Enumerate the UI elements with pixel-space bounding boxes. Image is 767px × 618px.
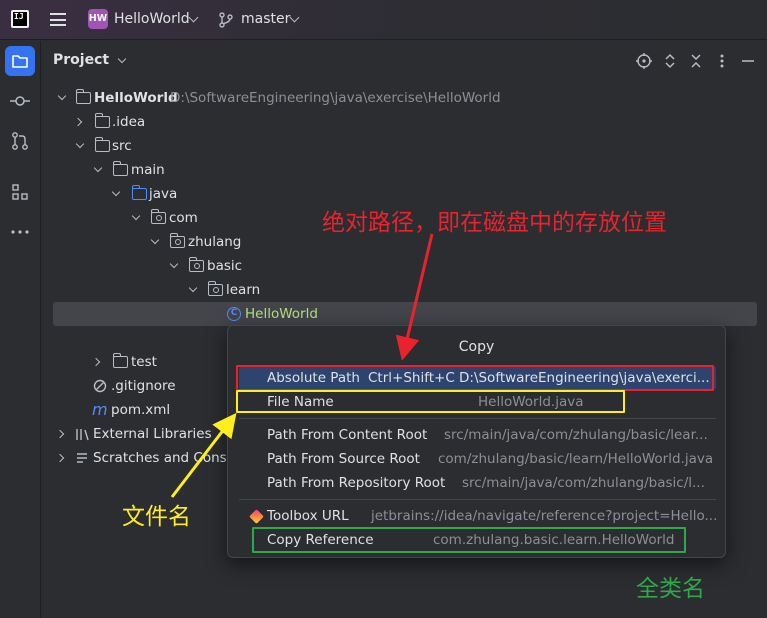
annotation-arrows xyxy=(170,233,434,498)
red-arrow xyxy=(395,233,434,361)
yellow-arrow xyxy=(170,412,237,498)
